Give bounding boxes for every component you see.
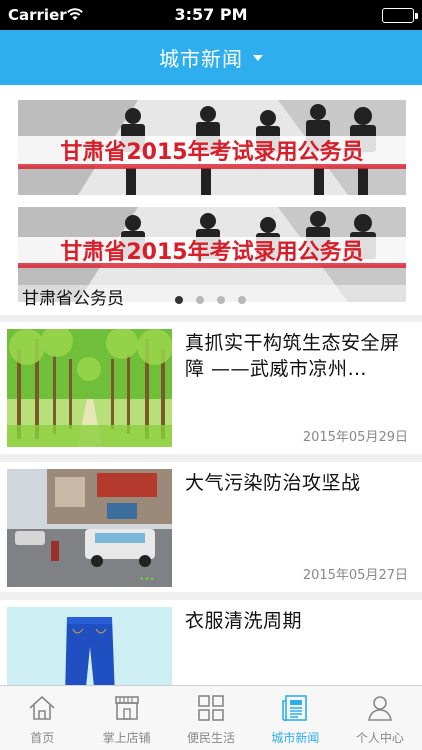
- tab-city-news[interactable]: 城市新闻: [253, 686, 337, 750]
- battery-icon: [382, 8, 418, 23]
- news-date: 2015年05月27日: [302, 568, 408, 583]
- poster-headline: 甘肃省2015年考试录用公务员: [60, 139, 363, 165]
- news-item[interactable]: ••• 大气污染防治攻坚战 2015年05月27日: [0, 462, 422, 592]
- caret-down-icon: [253, 54, 263, 61]
- nav-bar: 城市新闻: [0, 30, 422, 85]
- page-dot[interactable]: [196, 296, 204, 304]
- page-title: 城市新闻: [159, 47, 243, 71]
- user-icon: [365, 693, 395, 723]
- newspaper-icon: [280, 693, 310, 723]
- news-item[interactable]: 衣服清洗周期: [0, 600, 422, 725]
- clock: 3:57 PM: [174, 5, 248, 24]
- tab-label: 个人中心: [355, 731, 404, 745]
- news-date: 2015年05月29日: [302, 430, 408, 445]
- svg-text:•••: •••: [139, 575, 155, 585]
- news-title: 大气污染防治攻坚战: [185, 472, 361, 494]
- tab-profile[interactable]: 个人中心: [338, 686, 422, 750]
- tab-life[interactable]: 便民生活: [169, 686, 253, 750]
- banner-caption: 甘肃省公务员: [22, 289, 124, 309]
- page-dot[interactable]: [175, 296, 183, 304]
- city-selector[interactable]: 城市新闻: [159, 30, 263, 85]
- home-icon: [27, 693, 57, 723]
- tab-label: 城市新闻: [271, 731, 320, 745]
- news-title: 真抓实干构筑生态安全屏障 ——武威市凉州…: [185, 332, 400, 380]
- news-item[interactable]: 真抓实干构筑生态安全屏障 ——武威市凉州… 2015年05月29日: [0, 322, 422, 454]
- page-dot[interactable]: [217, 296, 225, 304]
- news-thumbnail-forest: [7, 329, 172, 447]
- tab-label: 掌上店铺: [102, 731, 151, 745]
- tab-label: 首页: [30, 731, 55, 745]
- grid-icon: [196, 693, 226, 723]
- tab-bar: 首页 掌上店铺 便民生活 城市新闻 个人中心: [0, 685, 422, 750]
- poster-headline-next: 甘肃省2015年考试录用公务员: [60, 239, 363, 265]
- store-icon: [112, 693, 142, 723]
- tab-home[interactable]: 首页: [0, 686, 84, 750]
- tab-label: 便民生活: [187, 731, 236, 745]
- carousel-pagination: [175, 296, 246, 304]
- banner-carousel[interactable]: 甘肃省2015年考试录用公务员 甘肃省2015年考试录用公务员 甘肃省公务员: [0, 85, 422, 315]
- tab-store[interactable]: 掌上店铺: [84, 686, 168, 750]
- page-dot[interactable]: [238, 296, 246, 304]
- status-bar: Carrier 3:57 PM: [0, 0, 422, 30]
- news-thumbnail-traffic: •••: [7, 469, 172, 587]
- news-title: 衣服清洗周期: [185, 610, 303, 632]
- banner-poster[interactable]: 甘肃省2015年考试录用公务员: [18, 100, 406, 195]
